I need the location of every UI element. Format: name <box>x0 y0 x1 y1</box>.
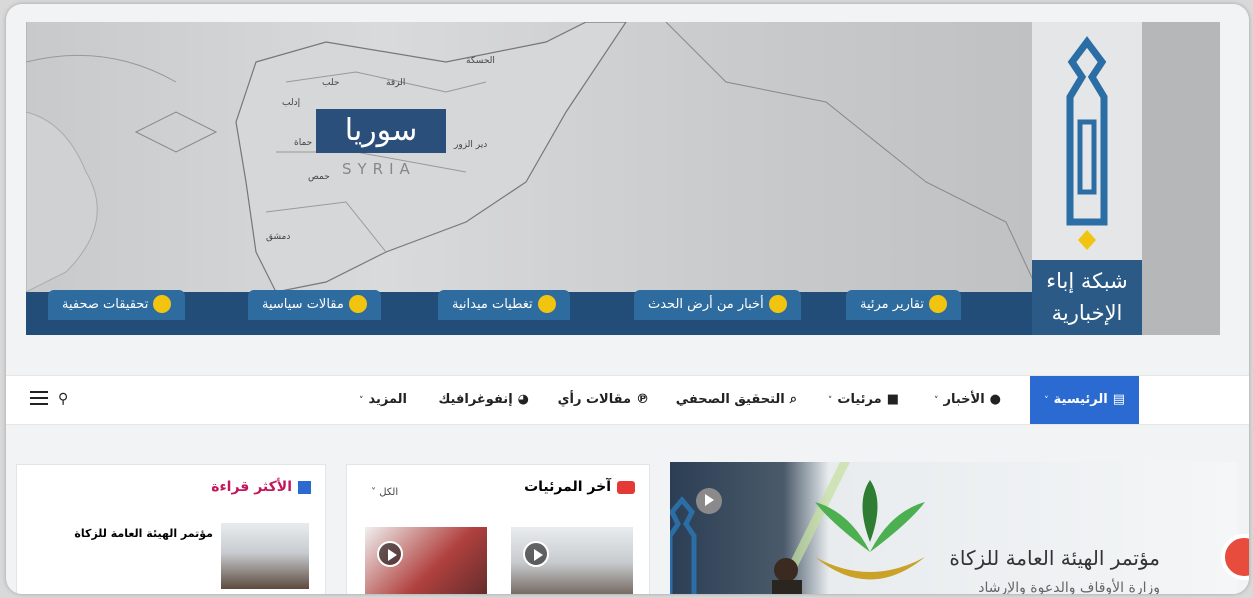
site-name-line1: شبكة إباء <box>1046 269 1128 293</box>
tab-label: مقالات سياسية <box>262 297 344 312</box>
magnifier-icon <box>153 294 172 313</box>
square-icon <box>298 480 311 494</box>
site-logo[interactable]: شبكة إباء الإخبارية <box>1032 22 1142 335</box>
widget-title-text: الأكثر قراءة <box>211 479 292 495</box>
play-icon[interactable] <box>696 488 722 514</box>
city-label: الحسكة <box>466 56 495 66</box>
play-icon[interactable] <box>377 541 403 567</box>
globe-icon: ● <box>989 392 1001 407</box>
city-label: حمص <box>308 172 330 182</box>
youtube-icon <box>617 480 635 494</box>
chevron-down-icon: ˅ <box>827 396 833 406</box>
chevron-down-icon: ˅ <box>371 487 380 498</box>
city-label: حماة <box>294 138 313 148</box>
article-thumbnail[interactable] <box>221 523 309 589</box>
tab-label: تغطيات ميدانية <box>452 297 533 312</box>
video-camera-icon: ■ <box>886 392 899 407</box>
nav-news[interactable]: ● الأخبار ˅ <box>934 376 1001 424</box>
edit-icon <box>348 294 367 313</box>
nav-investigation[interactable]: ⌕ التحقيق الصحفي <box>676 376 797 424</box>
filter-label: الكل <box>379 487 399 498</box>
hero-graphic <box>670 462 925 594</box>
pinterest-icon: ℗ <box>636 392 649 407</box>
header-banner[interactable]: حلب الرقة الحسكة إدلب حماة دير الزور حمص… <box>26 22 1220 335</box>
nav-label: التحقيق الصحفي <box>675 392 785 407</box>
chevron-down-icon: ˅ <box>1044 396 1049 406</box>
widget-title: آخر المرئيات <box>524 479 635 495</box>
logo-emblem-icon <box>1066 36 1108 250</box>
pie-chart-icon: ◕ <box>517 392 529 407</box>
featured-video[interactable]: مؤتمر الهيئة العامة للزكاة وزارة الأوقاف… <box>670 462 1238 594</box>
city-label: الرقة <box>386 78 406 88</box>
country-title-latin: SYRIA <box>342 160 416 178</box>
nav-label: المزيد <box>368 392 407 407</box>
tab-field-news[interactable]: أخبار من أرض الحدث <box>634 290 801 320</box>
play-icon[interactable] <box>523 541 549 567</box>
tab-label: تقارير مرئية <box>860 297 925 312</box>
most-read-widget: الأكثر قراءة مؤتمر الهيئة العامة للزكاة <box>16 464 326 594</box>
video-icon <box>929 294 948 313</box>
nav-label: الأخبار <box>943 392 985 407</box>
chevron-down-icon: ˅ <box>358 396 364 406</box>
nav-label: الرئيسية <box>1053 392 1108 407</box>
video-thumbnail[interactable] <box>511 527 633 594</box>
city-label: دير الزور <box>454 140 488 150</box>
video-thumbnail[interactable] <box>365 527 487 594</box>
banner-edge <box>1142 22 1220 335</box>
nav-label: مقالات رأي <box>557 392 631 407</box>
tab-political-articles[interactable]: مقالات سياسية <box>248 290 381 320</box>
nav-label: مرئيات <box>837 392 882 407</box>
filter-dropdown[interactable]: ˅ الكل <box>371 487 398 498</box>
nav-infographic[interactable]: ◕ إنفوغرافيك <box>438 376 529 424</box>
nav-opinion[interactable]: ℗ مقالات رأي <box>558 376 649 424</box>
nav-videos[interactable]: ■ مرئيات ˅ <box>828 376 899 424</box>
tab-field-coverage[interactable]: تغطيات ميدانية <box>438 290 570 320</box>
site-name: شبكة إباء الإخبارية <box>1032 260 1142 335</box>
article-title[interactable]: مؤتمر الهيئة العامة للزكاة <box>74 527 213 540</box>
chevron-down-icon: ˅ <box>933 396 939 406</box>
city-label: حلب <box>322 78 340 88</box>
tab-label: أخبار من أرض الحدث <box>648 297 764 312</box>
browser-frame: حلب الرقة الحسكة إدلب حماة دير الزور حمص… <box>6 4 1249 594</box>
newspaper-icon: ▤ <box>1112 392 1125 407</box>
featured-subtitle: وزارة الأوقاف والدعوة والإرشاد <box>978 580 1160 594</box>
camera-icon <box>768 294 787 313</box>
nav-label: إنفوغرافيك <box>438 392 513 407</box>
nav-more[interactable]: المزيد ˅ <box>359 376 407 424</box>
main-navigation: ▤ الرئيسية ˅ ● الأخبار ˅ ■ مرئيات ˅ ⌕ التحقيق ا… <box>6 375 1249 425</box>
nav-home[interactable]: ▤ الرئيسية ˅ <box>1030 376 1139 424</box>
tab-investigations[interactable]: تحقيقات صحفية <box>48 290 186 320</box>
widget-title: الأكثر قراءة <box>211 479 311 495</box>
site-name-line2: الإخبارية <box>1051 301 1123 325</box>
country-title: سوريا <box>316 109 446 153</box>
featured-title: مؤتمر الهيئة العامة للزكاة <box>949 546 1160 570</box>
city-label: دمشق <box>266 232 291 242</box>
tab-label: تحقيقات صحفية <box>62 297 149 312</box>
search-icon: ⌕ <box>789 392 797 407</box>
search-icon[interactable]: ⚲ <box>58 376 68 422</box>
globe-icon <box>537 294 556 313</box>
latest-videos-widget: آخر المرئيات ˅ الكل <box>346 464 650 594</box>
hamburger-icon[interactable] <box>30 391 48 405</box>
tab-video-reports[interactable]: تقارير مرئية <box>846 290 962 320</box>
city-label: إدلب <box>282 98 301 108</box>
widget-title-text: آخر المرئيات <box>524 479 611 495</box>
